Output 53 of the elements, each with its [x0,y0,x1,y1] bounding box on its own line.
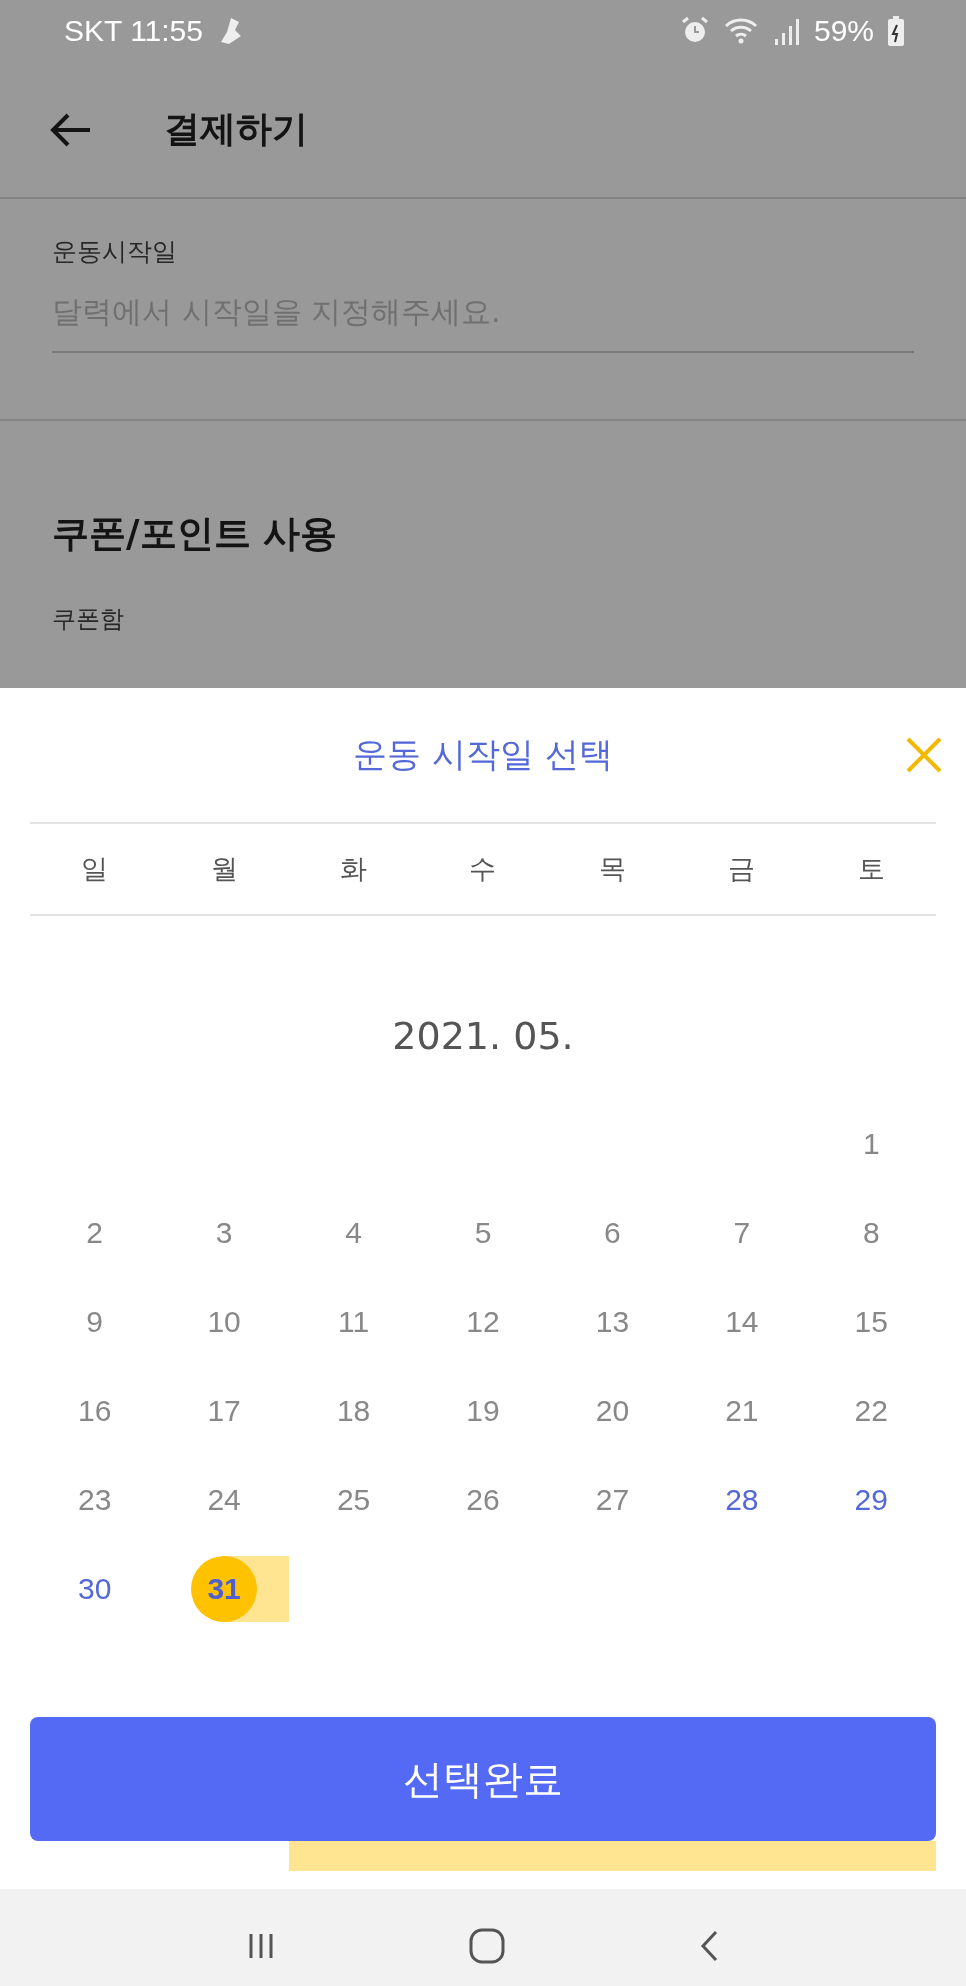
calendar-day: 7 [733,1215,751,1250]
calendar-day[interactable]: 31 [191,1555,258,1622]
calendar-day: 1 [862,1126,880,1161]
weekday-label: 토 [857,852,885,886]
calendar-day: 21 [725,1393,759,1428]
calendar-day: 22 [854,1393,888,1428]
weekday-label: 수 [469,852,497,886]
calendar-day: 24 [207,1482,241,1517]
calendar-day[interactable]: 28 [725,1482,759,1517]
status-time: SKT 11:55 [64,14,203,48]
coupon-label: 쿠폰함 [52,604,125,635]
calendar-day: 18 [336,1393,371,1428]
calendar-day: 15 [854,1304,888,1339]
calendar-day: 8 [862,1215,880,1250]
calendar-day: 17 [207,1393,241,1428]
home-icon[interactable] [468,1926,506,1965]
section-title: 쿠폰/포인트 사용 [52,511,339,557]
calendar-day: 6 [604,1215,621,1250]
weekday-label: 화 [340,852,368,886]
calendar-day: 19 [466,1393,500,1428]
calendar-day[interactable]: 30 [78,1571,112,1606]
confirm-button[interactable]: 선택완료 [30,1717,936,1841]
calendar-day: 23 [78,1482,112,1517]
calendar-day: 14 [725,1304,759,1339]
signal-icon [773,17,800,45]
start-date-label: 운동시작일 [52,236,178,268]
weekday-label: 금 [728,852,756,886]
month-title: 2021. 05. [391,1013,575,1060]
weekday-label: 월 [210,852,238,886]
calendar-day: 11 [338,1304,370,1339]
calendar-day: 13 [595,1304,630,1339]
calendar-day: 9 [86,1304,104,1339]
battery-icon [888,16,904,46]
calendar-day: 4 [345,1215,362,1250]
weekday-label: 목 [598,852,626,886]
weekday-label: 일 [81,852,109,886]
calendar-day: 10 [207,1304,241,1339]
calendar-day: 25 [336,1482,371,1517]
sheet-title: 운동 시작일 선택 [353,733,613,776]
battery-percent: 59% [813,14,874,48]
back-arrow-icon[interactable] [50,111,92,148]
calendar-day: 20 [595,1393,630,1428]
calendar-day: 3 [215,1215,233,1250]
calendar-day: 12 [466,1304,500,1339]
back-icon[interactable] [698,1928,720,1963]
calendar-day: 2 [86,1215,104,1250]
calendar-day: 26 [466,1482,500,1517]
calendar-day: 16 [78,1393,112,1428]
calendar-day: 27 [595,1482,630,1517]
calendar-day: 5 [474,1215,492,1250]
page-title: 결제하기 [164,107,308,151]
calendar-day[interactable]: 29 [854,1482,888,1517]
wifi-icon [723,16,760,46]
